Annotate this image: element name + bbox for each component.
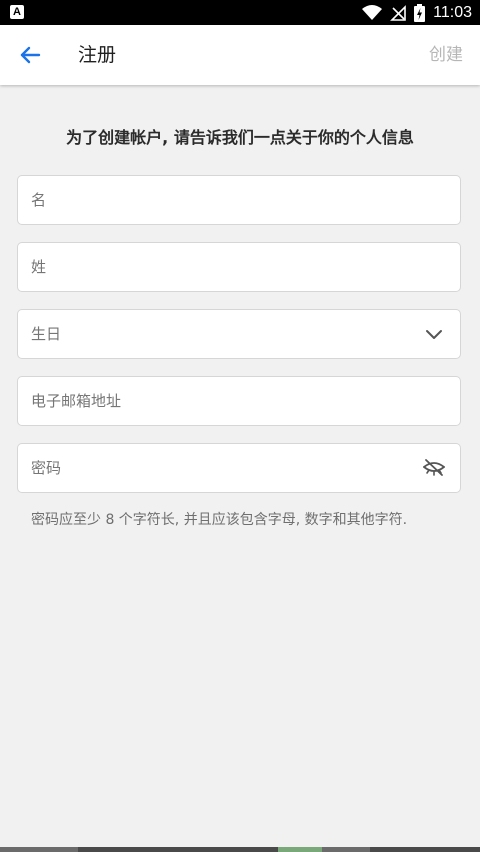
wifi-icon [362, 4, 383, 20]
no-signal-icon [390, 4, 406, 21]
first-name-field[interactable]: 名 [17, 175, 461, 225]
status-icons: 11:03 [354, 0, 472, 25]
battery-charging-icon [414, 3, 426, 22]
password-placeholder: 密码 [31, 459, 62, 477]
notification-app-letter: A [13, 6, 21, 18]
nav-hint-segment [278, 847, 322, 852]
status-bar: A 11:03 [0, 0, 480, 25]
birthday-select[interactable]: 生日 [17, 309, 461, 359]
password-field[interactable]: 密码 [17, 443, 461, 493]
navigation-hint-bar [0, 847, 480, 852]
last-name-field[interactable]: 姓 [17, 242, 461, 292]
arrow-back-icon [20, 46, 41, 64]
notification-app-icon: A [10, 5, 24, 19]
first-name-placeholder: 名 [31, 191, 47, 209]
nav-hint-segment [322, 847, 370, 852]
email-field[interactable]: 电子邮箱地址 [17, 376, 461, 426]
nav-hint-segment [0, 847, 78, 852]
visibility-off-icon[interactable] [422, 456, 446, 480]
create-button[interactable]: 创建 [429, 25, 463, 85]
form-heading: 为了创建帐户, 请告诉我们一点关于你的个人信息 [66, 128, 414, 147]
back-button[interactable] [16, 41, 44, 69]
status-time: 11:03 [433, 3, 472, 21]
page-title: 注册 [78, 44, 117, 66]
chevron-down-icon [426, 330, 442, 339]
app-bar: 注册 创建 [0, 25, 480, 85]
password-hint: 密码应至少 8 个字符长, 并且应该包含字母, 数字和其他字符. [31, 512, 408, 528]
last-name-placeholder: 姓 [31, 258, 47, 276]
birthday-placeholder: 生日 [31, 325, 62, 343]
email-placeholder: 电子邮箱地址 [31, 392, 122, 410]
